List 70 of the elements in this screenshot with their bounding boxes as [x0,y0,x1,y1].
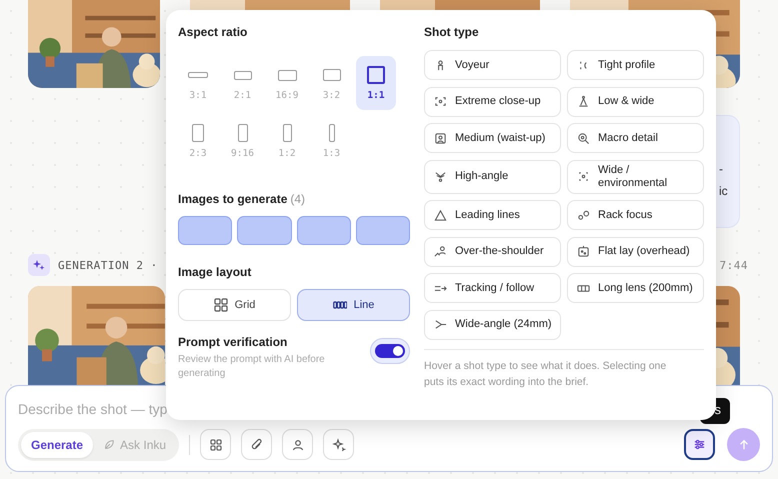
image-slot[interactable] [178,216,232,245]
shot-option[interactable]: Wide / environmental [567,160,704,194]
bird-icon [434,170,447,183]
zoom-icon [577,132,590,144]
shot-option[interactable]: Macro detail [567,123,704,153]
ratio-frame-icon [282,124,292,142]
shot-option[interactable]: Over-the-shoulder [424,236,561,266]
ratio-frame-icon [192,124,204,142]
section-heading: Aspect ratio [178,25,248,40]
layout-option[interactable]: Grid [178,289,291,321]
wide-angle-icon [434,318,447,331]
timestamp: 7:44 [720,258,748,272]
image-slot[interactable] [296,216,351,245]
shot-option[interactable]: Leading lines [424,200,561,230]
shot-option[interactable]: Tracking / follow [424,273,561,303]
sparkle-icon [28,254,50,276]
tool-button[interactable] [323,429,354,460]
sparkle-icon [332,438,346,452]
setting-description: Review the prompt with AI before generating [178,353,326,381]
shot-option[interactable]: Extreme close-up [424,86,561,116]
settings-button[interactable] [684,429,715,460]
mode-tab[interactable]: Generate [21,432,94,458]
tool-button[interactable] [200,429,232,460]
generation-label: GENERATION 2 · [58,258,158,272]
focus-frame-icon [434,95,447,108]
shot-option[interactable]: Wide-angle (24mm) [424,310,561,340]
message-text: ic [719,183,728,200]
shot-option[interactable]: Rack focus [567,200,704,230]
tool-button[interactable] [241,429,272,460]
portrait-icon [434,132,447,144]
shot-option[interactable]: Flat lay (overhead) [567,236,704,266]
ratio-frame-icon [188,72,208,78]
tool-button[interactable] [282,429,314,460]
circles-icon [577,208,590,222]
ratio-frame-icon [328,124,334,142]
shot-option[interactable]: High-angle [424,160,561,194]
shot-option[interactable]: Medium (waist-up) [424,123,561,153]
arrow-up-icon [738,438,750,450]
sliders-icon [693,438,706,451]
frame-icon [577,245,590,258]
paperclip-icon [250,438,264,452]
section-heading: Image layout [178,265,252,280]
toggle-switch[interactable] [370,338,410,364]
ratio-frame-icon [367,66,385,84]
prompt-field[interactable]: Describe the shot — typ [18,398,318,420]
ratio-frame-icon [238,124,248,142]
hint-text: Hover a shot type to see what it does. Selecting one puts its exact wording into the brief. [424,358,668,390]
shot-option[interactable]: Tight profile [567,50,704,80]
image-count: (4) [290,192,306,206]
shot-option[interactable]: Voyeur [424,50,561,80]
grid-icon [208,438,223,452]
ratio-frame-icon [234,70,252,80]
triangle-icon [434,208,447,222]
grid-icon [214,298,228,312]
focus-frame-icon [577,170,590,183]
leaf-icon [103,438,116,450]
ratio-frame-icon [322,69,340,81]
shot-option[interactable]: Low & wide [567,86,704,116]
image-slot[interactable] [356,216,410,245]
section-heading: Prompt verification [178,335,288,349]
section-heading: Images to generate [178,192,288,206]
tripod-icon [577,95,590,108]
person-icon [434,245,447,258]
layout-option[interactable]: Line [297,289,410,321]
shot-option[interactable]: Long lens (200mm) [567,273,704,303]
ratio-frame-icon [278,70,296,80]
person-icon [290,438,305,452]
section-heading: Shot type [424,25,480,40]
aspect-option[interactable]: 1:1 [356,56,396,110]
message-text: - [719,161,723,178]
